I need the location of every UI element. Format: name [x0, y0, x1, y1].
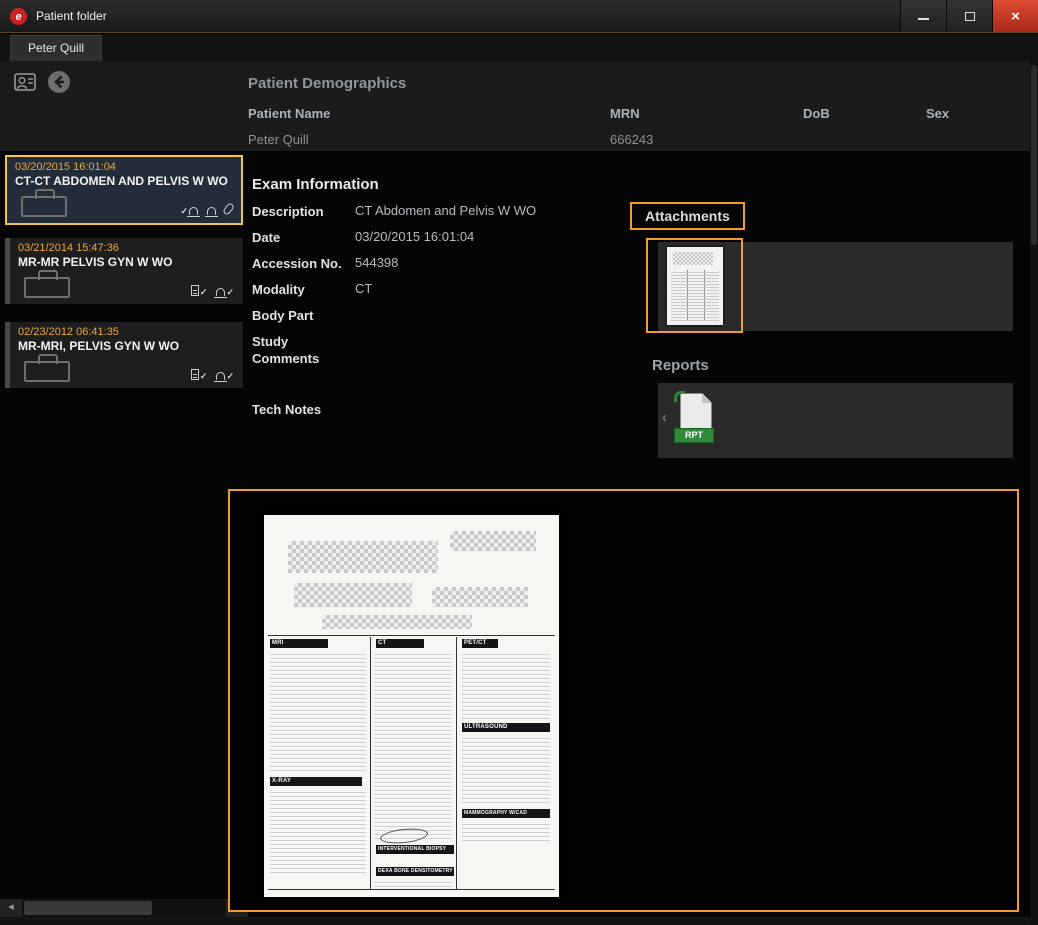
tab-peter-quill[interactable]: Peter Quill: [10, 35, 102, 61]
patient-name-value: Peter Quill: [248, 132, 309, 147]
window-controls: ×: [900, 0, 1038, 32]
attachment-document-preview-icon: [667, 247, 723, 325]
patient-demographics-band: Patient Demographics Patient Name MRN Do…: [0, 61, 1038, 152]
redacted-block: [322, 615, 472, 629]
study-date: 03/20/2015 16:01:04: [15, 161, 233, 173]
attachments-header: Attachments: [630, 202, 745, 230]
exam-row-modality: Modality CT: [252, 281, 632, 299]
titlebar: e Patient folder ×: [0, 0, 1038, 33]
patient-folder-window: e Patient folder × Peter Quill: [0, 0, 1038, 925]
form-section-bone-densitometry: DEXA BONE DENSITOMETRY: [376, 867, 454, 876]
exam-row-body-part: Body Part: [252, 307, 632, 325]
study-status-icons: ✓ ✓: [191, 285, 234, 296]
maximize-button[interactable]: [946, 0, 992, 32]
study-briefcase-icon: [24, 277, 70, 298]
scrollbar-thumb[interactable]: [24, 901, 152, 915]
exam-row-tech-notes: Tech Notes: [252, 401, 632, 419]
form-section-mri: MRI: [270, 639, 328, 648]
attachment-thumbnail[interactable]: [646, 238, 743, 333]
app-logo-icon: e: [10, 8, 27, 25]
vertical-scrollbar[interactable]: [1030, 61, 1038, 925]
bell-check-icon: ✓: [216, 372, 234, 380]
study-date: 03/21/2014 15:47:36: [18, 242, 235, 254]
redacted-block: [432, 587, 528, 607]
reports-scroll-left-icon[interactable]: ‹: [662, 409, 667, 426]
attachment-preview-panel: MRI CT PET/CT ULTRASOUND X-RAY MAMMOGRAP…: [228, 489, 1019, 912]
exam-row-description: Description CT Abdomen and Pelvis W WO: [252, 203, 632, 221]
study-briefcase-icon: [24, 361, 70, 382]
exam-row-accession: Accession No. 544398: [252, 255, 632, 273]
study-date: 02/23/2012 06:41:35: [18, 326, 235, 338]
redacted-block: [288, 541, 438, 573]
redacted-block: [294, 583, 412, 607]
form-section-ct: CT: [376, 639, 424, 648]
study-title: CT-CT ABDOMEN AND PELVIS W WO: [15, 174, 233, 189]
document-check-icon: ✓: [191, 285, 208, 296]
report-rpt-icon[interactable]: RPT: [674, 391, 720, 449]
window-title: Patient folder: [36, 0, 107, 32]
study-status-icons: ✓: [180, 203, 232, 215]
form-section-ultrasound: ULTRASOUND: [462, 723, 550, 732]
mrn-label: MRN: [610, 106, 640, 121]
dob-label: DoB: [803, 106, 830, 121]
back-icon[interactable]: [46, 69, 72, 95]
redacted-block: [450, 531, 536, 551]
exam-row-date: Date 03/20/2015 16:01:04: [252, 229, 632, 247]
reports-panel: ‹ RPT: [658, 383, 1013, 458]
close-icon: ×: [1011, 8, 1020, 25]
report-rpt-label: RPT: [674, 428, 714, 443]
form-section-petct: PET/CT: [462, 639, 498, 648]
vertical-scrollbar-thumb[interactable]: [1031, 65, 1037, 245]
tab-bar: Peter Quill: [0, 34, 1038, 61]
minimize-button[interactable]: [900, 0, 946, 32]
patient-name-label: Patient Name: [248, 106, 330, 121]
scanned-order-form-image: MRI CT PET/CT ULTRASOUND X-RAY MAMMOGRAP…: [264, 515, 559, 897]
sex-label: Sex: [926, 106, 949, 121]
document-check-icon: ✓: [191, 369, 208, 380]
form-section-interventional-biopsy: INTERVENTIONAL BIOPSY: [376, 845, 454, 854]
sidebar-horizontal-scrollbar: ◂ ▸: [0, 899, 248, 917]
bell-check-icon: ✓: [216, 288, 234, 296]
report-arrow-icon: [674, 391, 685, 402]
patient-card-icon[interactable]: [12, 69, 38, 95]
study-status-icons: ✓ ✓: [191, 369, 234, 380]
mrn-value: 666243: [610, 132, 653, 147]
minimize-icon: [918, 18, 929, 20]
maximize-icon: [965, 12, 975, 21]
paperclip-icon: [222, 202, 235, 216]
form-section-mammography: MAMMOGRAPHY W/CAD: [462, 809, 550, 818]
scroll-left-arrow-icon[interactable]: ◂: [0, 899, 22, 917]
study-title: MR-MRI, PELVIS GYN W WO: [18, 339, 235, 354]
study-item-mr-pelvis-2014[interactable]: 03/21/2014 15:47:36 MR-MR PELVIS GYN W W…: [5, 238, 243, 304]
study-item-ct-abdomen[interactable]: 03/20/2015 16:01:04 CT-CT ABDOMEN AND PE…: [5, 155, 243, 225]
bell-check-icon: ✓: [180, 207, 198, 215]
close-button[interactable]: ×: [992, 0, 1038, 32]
window-bottom-edge: [0, 917, 1038, 925]
reports-header: Reports: [652, 357, 709, 374]
study-title: MR-MR PELVIS GYN W WO: [18, 255, 235, 270]
exam-information-header: Exam Information: [252, 176, 379, 193]
exam-row-study-comments: Study Comments: [252, 333, 632, 368]
form-section-xray: X-RAY: [270, 777, 362, 786]
bell-icon: [207, 207, 216, 215]
study-item-mri-pelvis-2012[interactable]: 02/23/2012 06:41:35 MR-MRI, PELVIS GYN W…: [5, 322, 243, 388]
demographics-header: Patient Demographics: [248, 75, 406, 92]
study-briefcase-icon: [21, 196, 67, 217]
